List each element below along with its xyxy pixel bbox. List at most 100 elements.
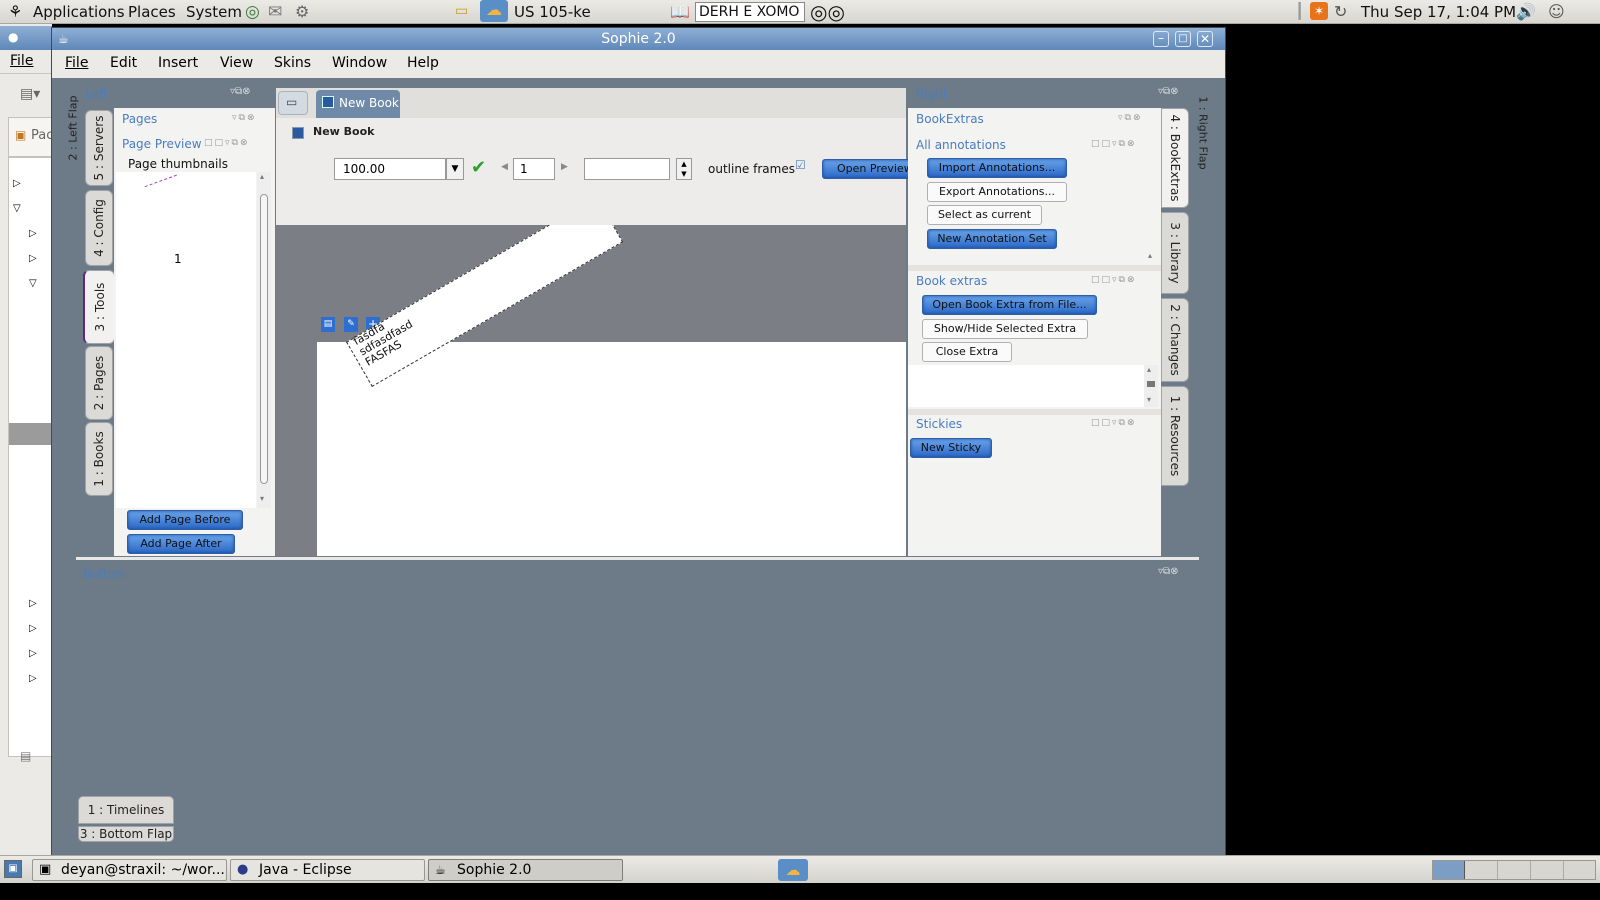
tree-expander-icon[interactable]: ▽ [29,278,37,289]
tab-bookextras[interactable]: 4 : BookExtras [1161,108,1189,208]
weather-text[interactable]: US 105-ke [514,3,591,21]
maximize-icon[interactable]: □ [1175,31,1191,47]
zoom-input[interactable]: 100.00 [334,158,446,180]
menu-window[interactable]: Window [332,55,387,71]
menu-view[interactable]: View [220,55,253,71]
page-thumbnail[interactable] [144,174,182,200]
gnome-foot-icon[interactable]: ⚘ [8,2,22,21]
left-flap-controls-icon[interactable]: ▿⧉⊗ [230,86,251,97]
deskbar-input[interactable]: DERH E XOMO [695,2,805,22]
workspace-3[interactable] [1499,861,1531,879]
export-annotations-button[interactable]: Export Annotations... [927,182,1067,202]
user-icon[interactable]: ☺ [1548,2,1565,21]
zoom-dropdown-icon[interactable]: ▼ [446,158,464,180]
scroll-up-icon[interactable]: ▴ [260,172,264,181]
task-sophie[interactable]: ☕ Sophie 2.0 [428,859,623,881]
desktop-view-button[interactable]: ▭ [278,91,308,115]
tab-tools[interactable]: 3 : Tools [83,270,115,344]
value-input[interactable] [584,158,670,180]
drive-icon[interactable]: ▭ [455,3,468,19]
tab-changes[interactable]: 2 : Changes [1161,298,1189,382]
workspace-4[interactable] [1532,861,1564,879]
tab-library[interactable]: 3 : Library [1161,212,1189,294]
scroll-up-icon[interactable]: ▴ [1147,365,1151,374]
open-preview-button[interactable]: Open Preview [822,159,913,179]
add-page-before-button[interactable]: Add Page Before [127,510,243,530]
menu-help[interactable]: Help [407,55,439,71]
weather-tray-icon[interactable]: ☁ [778,859,808,881]
page-canvas[interactable]: ▤ ✎ + fasdfa sdfasdfasd FASFAS [276,225,906,556]
workspace-switcher[interactable] [1432,860,1596,880]
stickies-controls-icon[interactable]: □□▿⧉⊗ [1091,418,1137,428]
page-sheet[interactable] [317,342,906,556]
tree-expander-icon[interactable]: ▷ [29,623,37,634]
close-icon[interactable]: ✕ [1197,31,1213,47]
show-hide-extra-button[interactable]: Show/Hide Selected Extra [922,319,1088,339]
clock[interactable]: Thu Sep 17, 1:04 PM [1361,3,1516,21]
bookextras-controls-icon[interactable]: ▿⧉⊗ [1118,113,1143,123]
workspace-2[interactable] [1466,861,1498,879]
package-tree[interactable]: ▷ ▽ ▷ ▷ ▽ ▷ ▷ ▷ ▷ [8,157,53,757]
open-book-extra-button[interactable]: Open Book Extra from File... [922,295,1097,315]
package-explorer-tab[interactable]: ▣ Pac [8,117,53,157]
tool-icon[interactable]: ⚙ [295,2,309,21]
frame-document-icon[interactable]: ▤ [321,317,335,332]
left-flap-label[interactable]: 2 : Left Flap [62,88,84,168]
scroll-thumb[interactable] [1147,381,1155,387]
tree-expander-icon[interactable]: ▷ [29,598,37,609]
prev-page-icon[interactable]: ◀ [501,162,508,172]
volume-icon[interactable]: 🔊 [1516,2,1536,21]
scroll-down-icon[interactable]: ▾ [1147,395,1151,404]
annotations-controls-icon[interactable]: □□▿⧉⊗ [1091,139,1137,149]
tab-resources[interactable]: 1 : Resources [1161,386,1189,486]
task-terminal[interactable]: ▣ deyan@straxil: ~/wor... [32,859,227,881]
bottom-divider[interactable] [76,557,1199,560]
pages-controls-icon[interactable]: ▿⧉⊗ [232,113,257,123]
new-item-icon[interactable]: ▤ [20,749,31,763]
workspace-1[interactable] [1433,861,1465,879]
tree-selected-row[interactable] [9,423,53,445]
apply-check-icon[interactable]: ✔ [471,157,486,178]
menu-skins[interactable]: Skins [274,55,311,71]
network-icon[interactable]: ↻ [1334,2,1347,21]
tree-expander-icon[interactable]: ▷ [29,648,37,659]
menu-file[interactable]: File [65,55,88,71]
book-extras-controls-icon[interactable]: □□▿⧉⊗ [1091,275,1137,285]
tab-timelines[interactable]: 1 : Timelines [78,796,174,824]
page-number-input[interactable]: 1 [513,158,555,180]
show-desktop-icon[interactable]: ▣ [4,860,22,878]
tree-expander-icon[interactable]: ▷ [29,673,37,684]
update-icon[interactable]: ✶ [1310,2,1328,20]
new-annotation-set-button[interactable]: New Annotation Set [927,229,1057,249]
browser-icon[interactable]: ◎ [245,2,260,22]
tab-books[interactable]: 1 : Books [85,422,113,496]
system-menu[interactable]: System [186,3,242,21]
dictionary-icon[interactable]: 📖 [670,2,690,21]
tree-expander-icon[interactable]: ▷ [29,228,37,239]
close-extra-button[interactable]: Close Extra [922,342,1012,362]
select-as-current-button[interactable]: Select as current [927,205,1042,225]
tree-expander-icon[interactable]: ▷ [13,178,21,189]
tab-servers[interactable]: 5 : Servers [85,110,113,186]
bottom-flap-label[interactable]: 3 : Bottom Flap [78,826,174,842]
next-page-icon[interactable]: ▶ [561,162,568,172]
frame-edit-icon[interactable]: ✎ [344,317,358,332]
page-preview-controls-icon[interactable]: □□▿⧉⊗ [204,138,250,148]
scroll-down-icon[interactable]: ▾ [260,494,264,503]
extras-list[interactable] [908,365,1144,407]
new-sticky-button[interactable]: New Sticky [910,438,992,458]
weather-icon[interactable]: ☁ [480,0,508,22]
tree-expander-icon[interactable]: ▷ [29,253,37,264]
spinner-icon[interactable]: ▲ ▼ [676,158,692,180]
tree-expander-icon[interactable]: ▽ [13,203,21,214]
tab-new-book[interactable]: New Book [316,90,400,118]
eclipse-file-menu[interactable]: File [10,53,33,69]
right-flap-controls-icon[interactable]: ▿⧉⊗ [1158,86,1179,97]
scroll-thumb[interactable] [260,194,268,484]
thumbnails-list[interactable]: 1 [116,172,256,508]
bottom-flap-controls-icon[interactable]: ▿⧉⊗ [1158,566,1179,577]
places-menu[interactable]: Places [128,3,176,21]
minimize-icon[interactable]: – [1153,31,1169,47]
scroll-up-icon[interactable]: ▴ [1148,251,1152,260]
tab-pages[interactable]: 2 : Pages [85,346,113,420]
